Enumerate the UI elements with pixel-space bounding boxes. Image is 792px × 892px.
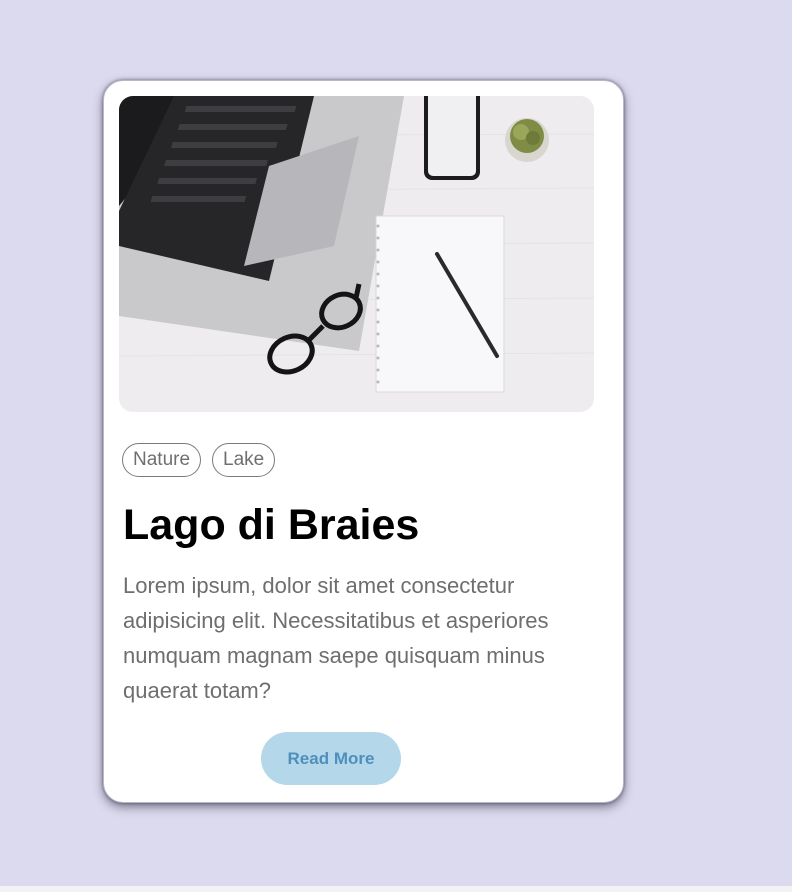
article-card: Nature Lake Lago di Braies Lorem ipsum, … [103, 80, 624, 803]
tag-list: Nature Lake [122, 443, 276, 477]
read-more-button[interactable]: Read More [261, 732, 401, 785]
page-bottom-edge [0, 886, 792, 892]
card-title: Lago di Braies [123, 501, 420, 549]
card-image [119, 96, 594, 412]
tag-lake[interactable]: Lake [212, 443, 276, 477]
tag-nature[interactable]: Nature [122, 443, 202, 477]
card-description: Lorem ipsum, dolor sit amet consectetur … [123, 573, 549, 703]
